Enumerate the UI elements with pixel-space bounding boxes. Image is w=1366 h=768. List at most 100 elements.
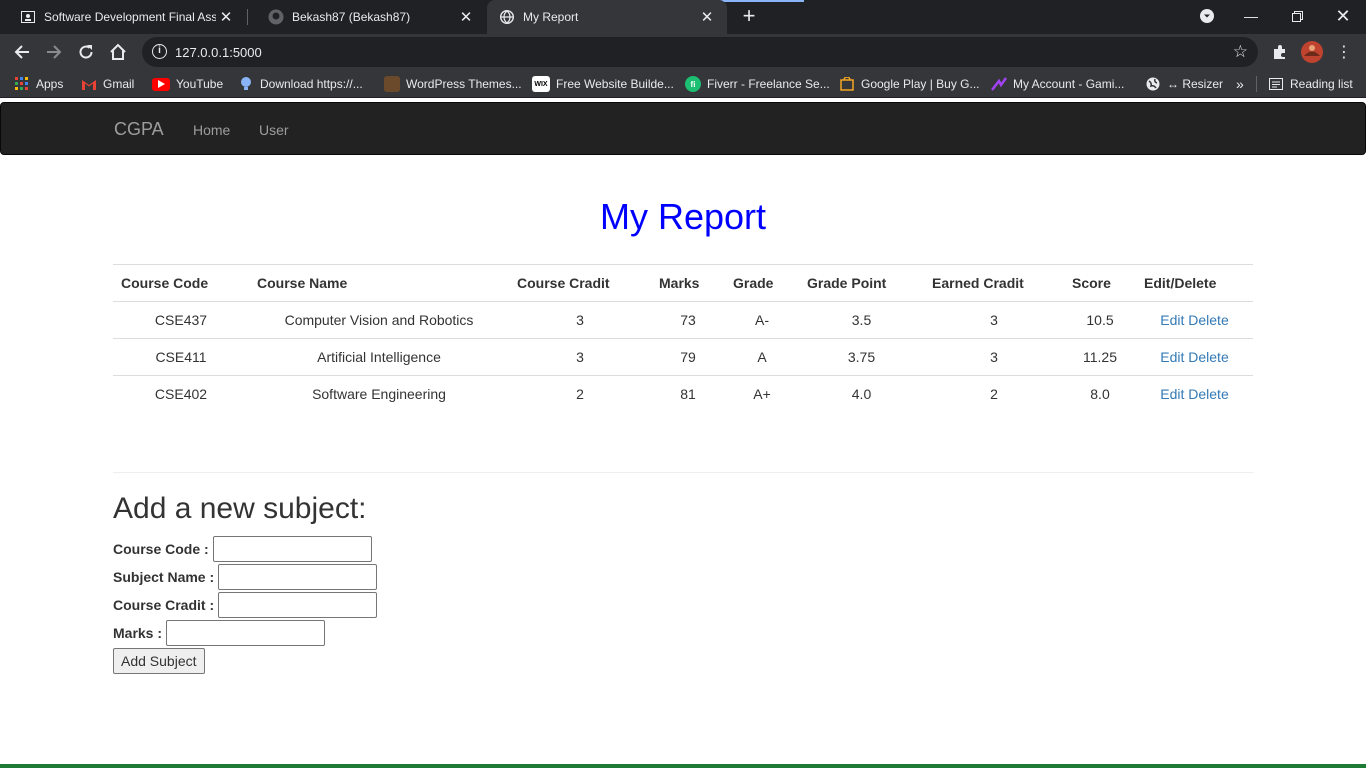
bookmark-wix[interactable]: WIX Free Website Builde... xyxy=(532,70,674,98)
home-icon[interactable] xyxy=(106,40,130,64)
course-cradit-label: Course Cradit : xyxy=(113,597,215,613)
bookmark-label: ↔ Resizer xyxy=(1167,77,1224,91)
bookmark-star-icon[interactable]: ☆ xyxy=(1233,42,1248,62)
extensions-icon[interactable] xyxy=(1268,40,1292,64)
reading-list-label: Reading list xyxy=(1290,77,1353,91)
site-navbar: CGPA Home User xyxy=(0,102,1366,155)
marks-row: Marks : xyxy=(113,620,326,646)
subject-name-row: Subject Name : xyxy=(113,564,378,590)
tab-title: Software Development Final Assi xyxy=(44,10,216,24)
subject-name-input[interactable] xyxy=(218,564,378,590)
delete-link[interactable]: Delete xyxy=(1188,312,1228,328)
bookmark-label: Google Play | Buy G... xyxy=(861,77,980,91)
bookmark-label: WordPress Themes... xyxy=(406,77,522,91)
bookmark-youtube[interactable]: YouTube xyxy=(152,70,223,98)
restore-icon[interactable] xyxy=(1274,0,1320,32)
cell-course-cradit: 2 xyxy=(509,375,651,413)
site-info-icon[interactable]: i xyxy=(152,44,167,59)
bookmark-wordpress-themes[interactable]: WordPress Themes... xyxy=(384,70,522,98)
course-code-input[interactable] xyxy=(212,536,372,562)
minimize-icon[interactable]: — xyxy=(1228,0,1274,32)
browser-toolbar: i 127.0.0.1:5000 ☆ ⋮ xyxy=(0,34,1366,70)
cell-score: 10.5 xyxy=(1064,301,1136,339)
tab-title: Bekash87 (Bekash87) xyxy=(292,10,411,24)
bookmark-apps[interactable]: Apps xyxy=(14,70,63,98)
table-row: CSE411 Artificial Intelligence 3 79 A 3.… xyxy=(113,338,1253,376)
nav-link-user[interactable]: User xyxy=(259,122,289,138)
cell-course-code: CSE437 xyxy=(113,301,249,339)
navbar-brand[interactable]: CGPA xyxy=(114,119,164,140)
close-tab-icon[interactable]: ✕ xyxy=(216,8,236,26)
menu-kebab-icon[interactable]: ⋮ xyxy=(1332,40,1356,64)
col-header-earned-cradit: Earned Cradit xyxy=(924,264,1064,302)
globe-icon xyxy=(1145,76,1161,92)
bookmark-google-play[interactable]: Google Play | Buy G... xyxy=(839,70,980,98)
close-window-icon[interactable]: ✕ xyxy=(1320,0,1366,32)
new-tab-button[interactable]: + xyxy=(738,5,760,27)
cell-course-cradit: 3 xyxy=(509,301,651,339)
browser-tab-1[interactable]: Software Development Final Assi ✕ xyxy=(0,0,246,34)
delete-link[interactable]: Delete xyxy=(1188,349,1228,365)
marks-label: Marks : xyxy=(113,625,163,641)
nav-link-home[interactable]: Home xyxy=(193,122,230,138)
bookmark-label: Apps xyxy=(36,77,64,91)
add-subject-button[interactable]: Add Subject xyxy=(113,648,205,674)
apps-grid-icon xyxy=(14,76,30,92)
fiverr-icon: fi xyxy=(685,76,701,92)
tab-strip: Software Development Final Assi ✕ Bekash… xyxy=(0,0,1366,34)
bookmark-resizer[interactable]: ↔ Resizer xyxy=(1145,70,1223,98)
bookmark-label: Fiverr - Freelance Se... xyxy=(707,77,830,91)
tab-search-icon[interactable] xyxy=(1184,0,1230,32)
globe-icon xyxy=(499,9,515,25)
edit-link[interactable]: Edit xyxy=(1160,386,1184,402)
bookmark-gmail[interactable]: Gmail xyxy=(81,70,134,98)
col-header-edit-delete: Edit/Delete xyxy=(1136,264,1253,302)
course-code-row: Course Code : xyxy=(113,536,372,562)
cell-grade: A+ xyxy=(725,375,799,413)
table-header-row: Course Code Course Name Course Cradit Ma… xyxy=(113,264,1253,302)
bookmark-download[interactable]: Download https://... xyxy=(238,70,363,98)
bulb-icon xyxy=(238,76,254,92)
reload-icon[interactable] xyxy=(74,40,98,64)
gamiphy-icon xyxy=(991,76,1007,92)
delete-link[interactable]: Delete xyxy=(1188,386,1228,402)
wix-icon: WIX xyxy=(532,76,550,92)
reading-list-icon xyxy=(1268,76,1284,92)
edit-link[interactable]: Edit xyxy=(1160,349,1184,365)
address-bar[interactable]: i 127.0.0.1:5000 ☆ xyxy=(142,37,1258,67)
cell-earned-cradit: 3 xyxy=(924,338,1064,376)
cell-course-name: Artificial Intelligence xyxy=(249,338,509,376)
browser-tab-3[interactable]: My Report ✕ xyxy=(487,0,727,34)
cell-grade-point: 3.5 xyxy=(799,301,924,339)
taskbar-edge xyxy=(0,764,1366,768)
subject-name-label: Subject Name : xyxy=(113,569,215,585)
reading-list-button[interactable]: Reading list xyxy=(1268,70,1353,98)
edit-link[interactable]: Edit xyxy=(1160,312,1184,328)
cell-grade: A xyxy=(725,338,799,376)
course-cradit-input[interactable] xyxy=(218,592,378,618)
back-icon[interactable] xyxy=(10,40,34,64)
avatar[interactable] xyxy=(1300,40,1324,64)
course-cradit-row: Course Cradit : xyxy=(113,592,378,618)
cell-grade: A- xyxy=(725,301,799,339)
bookmark-label: My Account - Gami... xyxy=(1013,77,1125,91)
bookmark-fiverr[interactable]: fi Fiverr - Freelance Se... xyxy=(685,70,830,98)
bookmarks-bar: Apps Gmail YouTube Download https://... … xyxy=(0,70,1366,98)
marks-input[interactable] xyxy=(166,620,326,646)
browser-tab-2[interactable]: Bekash87 (Bekash87) ✕ xyxy=(248,0,486,34)
tab-title: My Report xyxy=(523,10,579,24)
close-tab-icon[interactable]: ✕ xyxy=(456,8,476,26)
cell-score: 11.25 xyxy=(1064,338,1136,376)
add-subject-heading: Add a new subject: xyxy=(113,492,367,525)
col-header-course-cradit: Course Cradit xyxy=(509,264,651,302)
forward-icon[interactable] xyxy=(42,40,66,64)
wordpress-themes-icon xyxy=(384,76,400,92)
bookmark-gamiphy[interactable]: My Account - Gami... xyxy=(991,70,1124,98)
cell-score: 8.0 xyxy=(1064,375,1136,413)
course-code-label: Course Code : xyxy=(113,541,209,557)
bookmark-label: YouTube xyxy=(176,77,224,91)
more-bookmarks-button[interactable]: » xyxy=(1236,70,1244,98)
cell-course-name: Computer Vision and Robotics xyxy=(249,301,509,339)
cell-marks: 79 xyxy=(651,338,725,376)
close-tab-icon[interactable]: ✕ xyxy=(697,8,717,26)
